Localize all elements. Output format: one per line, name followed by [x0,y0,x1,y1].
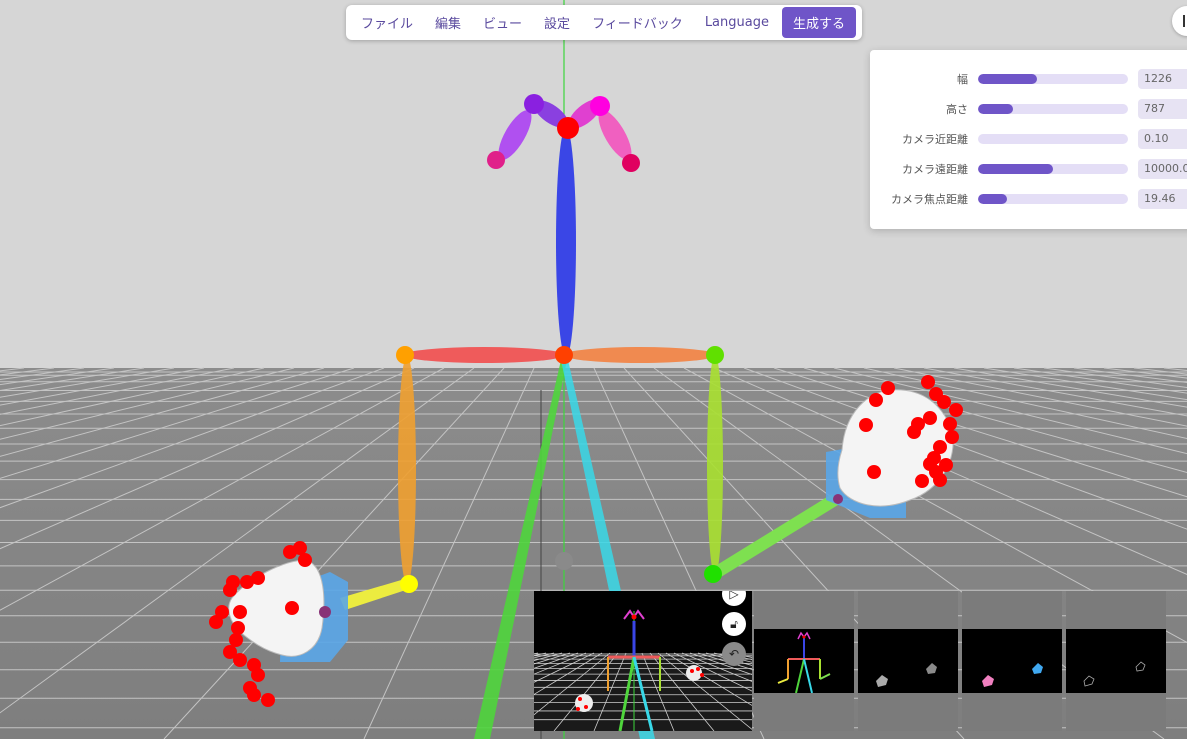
right-wrist-joint [704,565,722,583]
width-slider-fill [978,74,1037,84]
nose-joint [557,117,579,139]
undo-icon[interactable]: ↶ [722,642,746,666]
preview-normal-canvas [962,629,1062,693]
left-eye-joint [524,94,544,114]
unlock-icon[interactable]: 🔓︎ [722,612,746,636]
spine-bone [556,127,576,357]
menu-feedback[interactable]: フィードバック [581,7,694,38]
preview-main[interactable]: ▷ 🔓︎ ↶ [534,591,752,731]
preview-depth-canvas [858,629,958,693]
height-label: 高さ [946,103,968,116]
preview-normal-top [962,591,1062,629]
camera-near-label: カメラ近距離 [902,133,968,146]
width-label: 幅 [957,73,968,86]
width-slider[interactable] [978,74,1128,84]
height-slider[interactable] [978,104,1128,114]
left-shoulder-bone [404,347,564,363]
right-eye-joint [590,96,610,116]
preview-canny-canvas [1066,629,1166,693]
camera-focal-slider-fill [978,194,1007,204]
left-wrist-joint [400,575,418,593]
camera-focal-input[interactable]: 19.46 [1138,189,1187,209]
camera-near-slider[interactable] [978,134,1128,144]
preview-pose-canvas [754,629,854,694]
settings-panel: 幅 1226 高さ 787 カメラ近距離 0.10 カメラ遠距離 10000.0… [870,50,1187,229]
camera-far-row: カメラ遠距離 10000.00 [870,159,1187,179]
height-input[interactable]: 787 [1138,99,1187,119]
left-shoulder-joint [396,346,414,364]
height-slider-fill [978,104,1013,114]
camera-focal-row: カメラ焦点距離 19.46 [870,189,1187,209]
menu-bar: ファイル 編集 ビュー 設定 フィードバック Language 生成する [346,5,862,40]
hip-joint [555,552,573,570]
menu-edit[interactable]: 編集 [424,7,472,38]
menu-language[interactable]: Language [694,9,780,36]
right-arm-bone [707,355,723,575]
camera-far-slider-fill [978,164,1053,174]
preview-canny-top [1066,591,1166,629]
preview-canny-bottom [1066,693,1166,731]
camera-focal-slider[interactable] [978,194,1128,204]
preview-normal[interactable] [962,591,1062,731]
preview-pose-bottom [754,693,854,731]
width-row: 幅 1226 [870,69,1187,89]
menu-file[interactable]: ファイル [350,7,424,38]
generate-button[interactable]: 生成する [781,7,856,38]
preview-canny[interactable] [1066,591,1166,731]
left-arm-bone [398,356,416,584]
right-shoulder-joint [706,346,724,364]
width-input[interactable]: 1226 [1138,69,1187,89]
camera-far-label: カメラ遠距離 [902,163,968,176]
left-ear-joint [487,151,505,169]
right-shoulder-bone [564,347,716,363]
right-ear-joint [622,154,640,172]
preview-depth[interactable] [858,591,958,731]
menu-view[interactable]: ビュー [472,7,533,38]
preview-main-render [534,591,752,731]
camera-near-input[interactable]: 0.10 [1138,129,1187,149]
preview-depth-bottom [858,693,958,731]
camera-far-slider[interactable] [978,164,1128,174]
preview-pose-top [754,591,854,629]
preview-depth-top [858,591,958,629]
preview-pose[interactable] [754,591,854,731]
neck-joint [555,346,573,364]
preview-normal-bottom [962,693,1062,731]
height-row: 高さ 787 [870,99,1187,119]
camera-far-input[interactable]: 10000.00 [1138,159,1187,179]
camera-near-row: カメラ近距離 0.10 [870,129,1187,149]
menu-settings[interactable]: 設定 [533,7,581,38]
camera-focal-label: カメラ焦点距離 [891,193,968,206]
